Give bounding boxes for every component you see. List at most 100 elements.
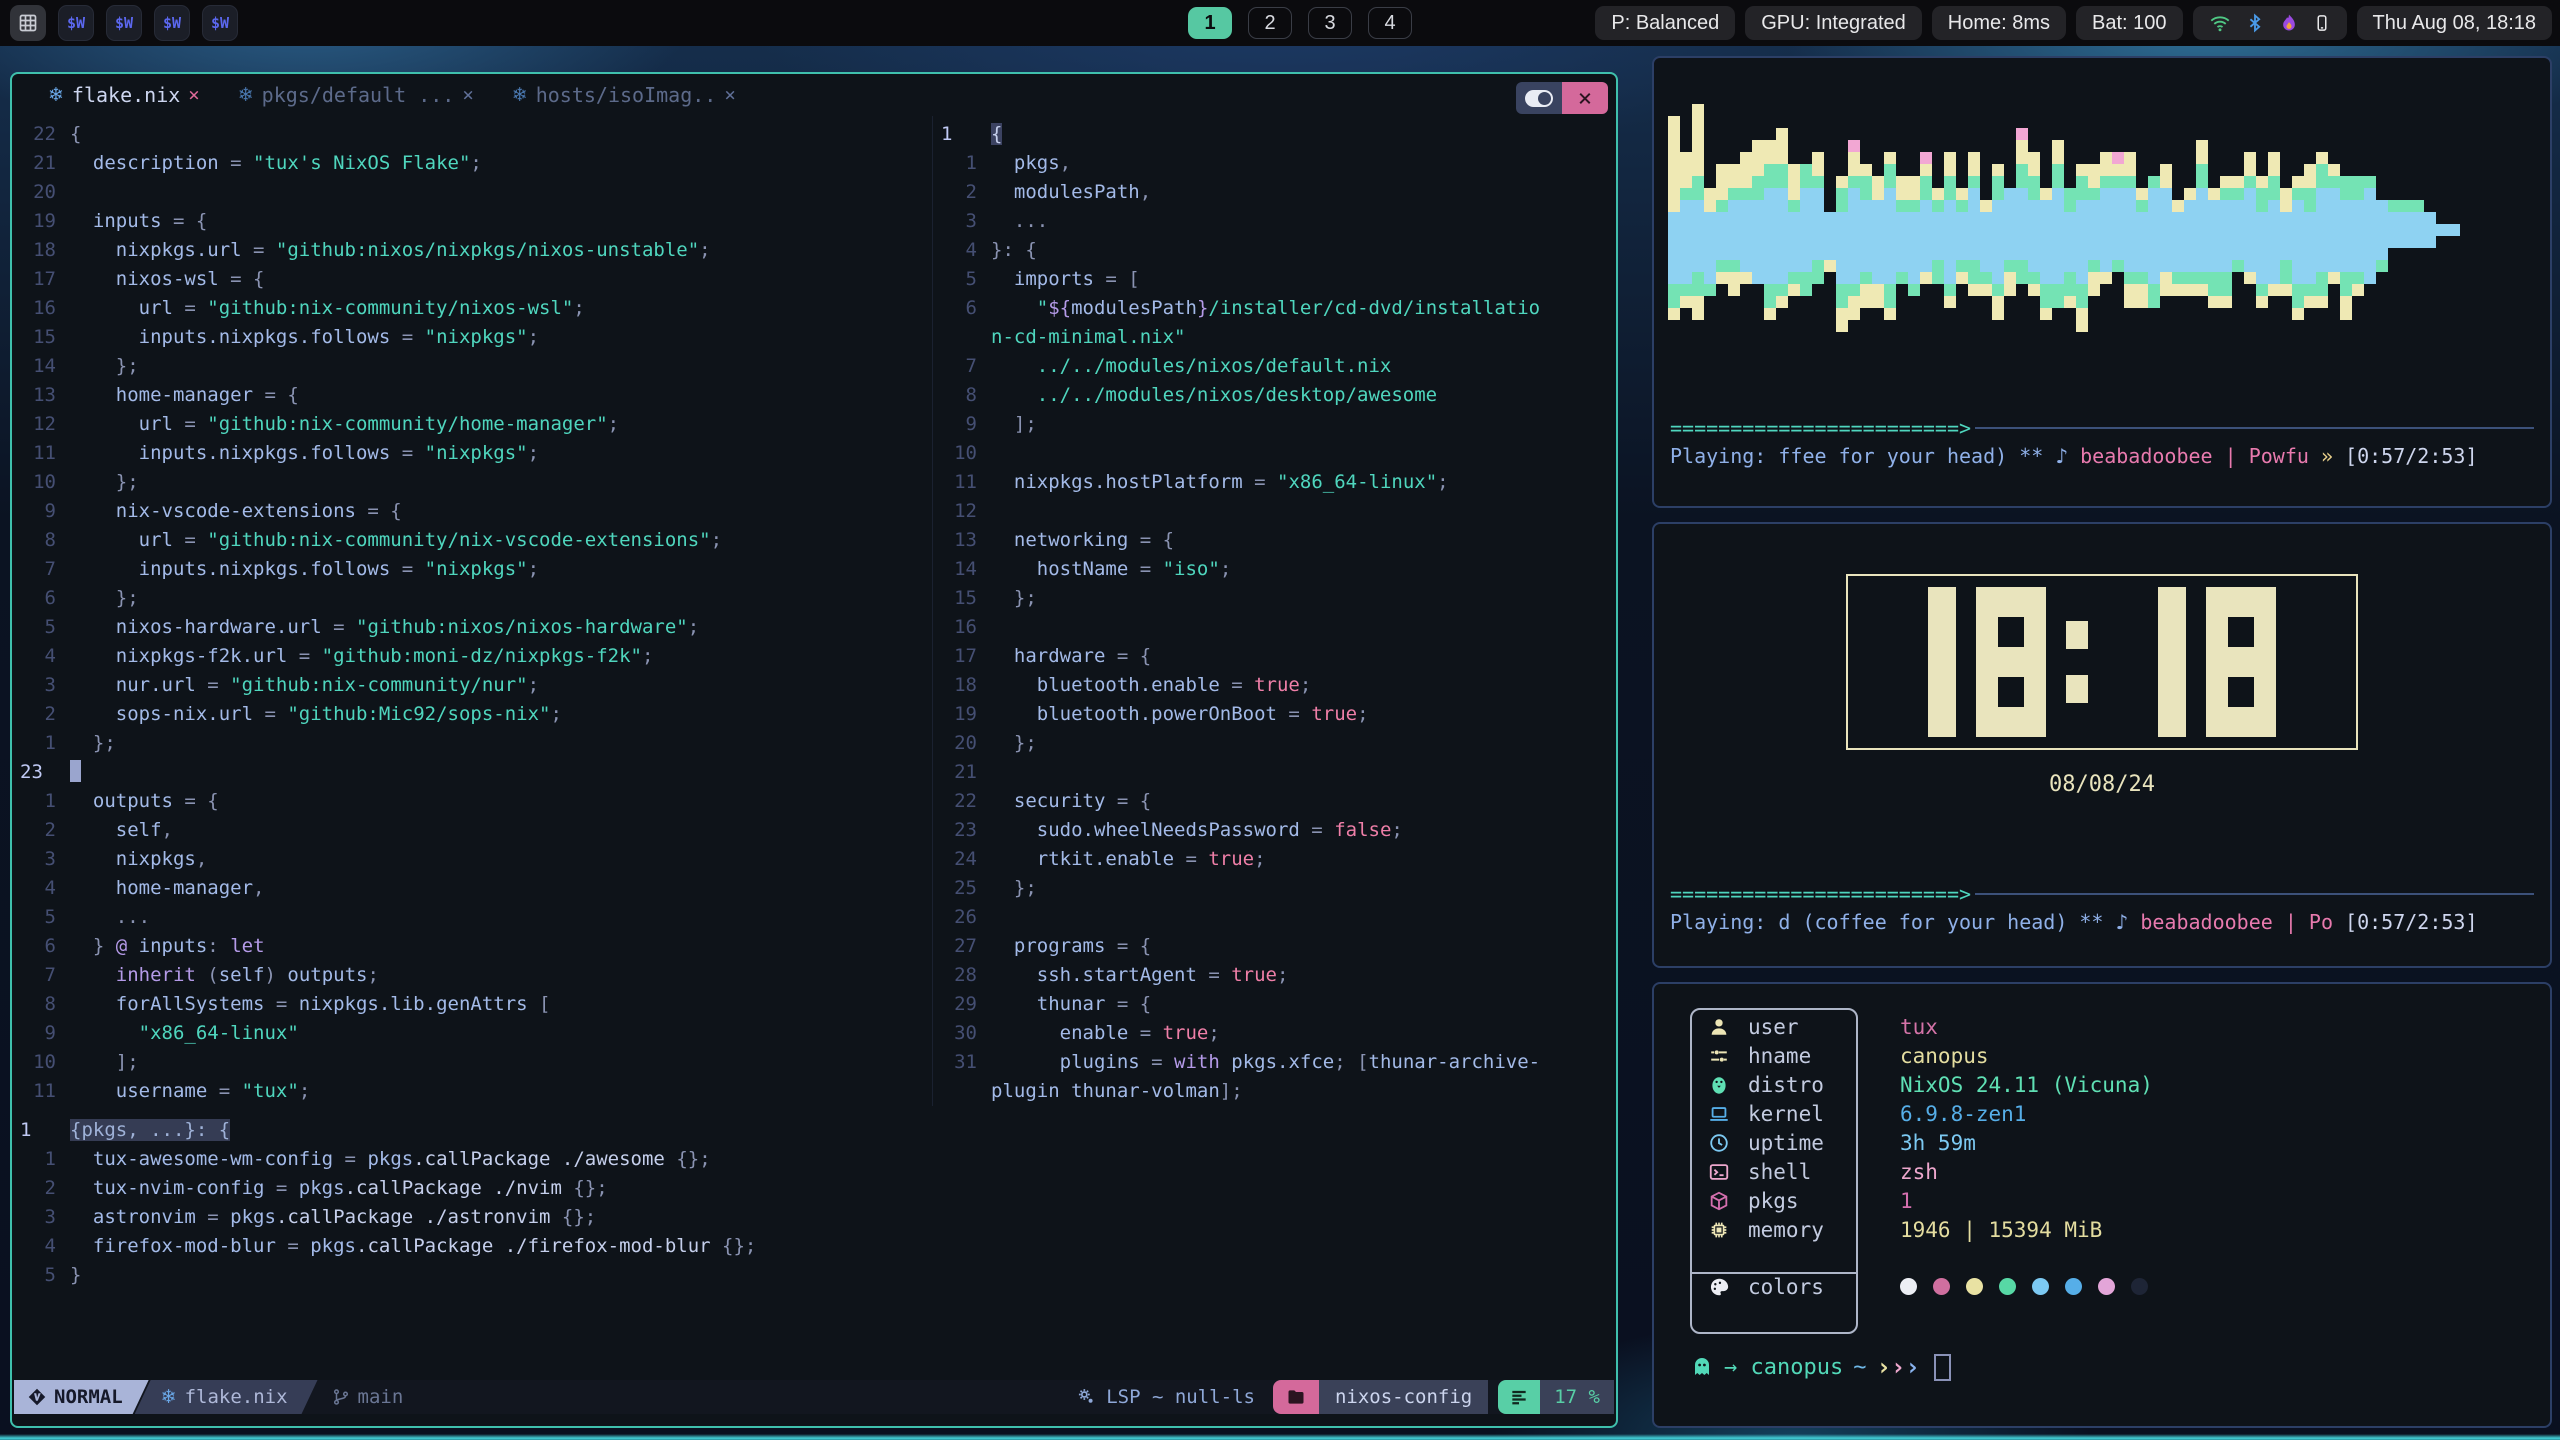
code-line: 3 nur.url = "github:nix-community/nur";	[12, 671, 932, 700]
code-line: 30 enable = true;	[933, 1019, 1616, 1048]
fetch-label: distro	[1736, 1073, 1866, 1097]
top-bar: $W$W$W$W 1234 P: BalancedGPU: Integrated…	[0, 0, 2560, 46]
tag-button-1[interactable]: 1	[1188, 7, 1232, 39]
palette-dot	[1900, 1278, 1917, 1295]
window-close-button[interactable]: ×	[1562, 82, 1608, 114]
palette-dot	[1933, 1278, 1950, 1295]
code-line: 1 };	[12, 729, 932, 758]
fetch-row-shell: shellzsh	[1702, 1157, 2550, 1186]
system-tray[interactable]	[2193, 6, 2347, 40]
line-number: 27	[933, 932, 991, 961]
code-line: 5 imports = [	[933, 265, 1616, 294]
app-button[interactable]: $W	[154, 5, 190, 41]
clock-colon	[2066, 587, 2088, 737]
tag-button-2[interactable]: 2	[1248, 7, 1292, 39]
tab-pkgs-default-[interactable]: ❄pkgs/default ...×	[238, 83, 474, 107]
status-pill: Home: 8ms	[1932, 6, 2066, 40]
tab-close-icon[interactable]: ×	[724, 84, 735, 106]
line-number: 23	[12, 758, 70, 787]
line-number	[933, 1077, 991, 1106]
line-number: 26	[933, 903, 991, 932]
launcher-button[interactable]	[10, 5, 46, 41]
audio-visualizer	[1654, 58, 2550, 414]
fetch-row-kernel: kernel6.9.8-zen1	[1702, 1099, 2550, 1128]
line-number: 7	[12, 555, 70, 584]
app-button[interactable]: $W	[106, 5, 142, 41]
tag-button-4[interactable]: 4	[1368, 7, 1412, 39]
tab-hosts-isoImag-[interactable]: ❄hosts/isoImag..×	[512, 83, 736, 107]
code-line: 12 url = "github:nix-community/home-mana…	[12, 410, 932, 439]
line-number: 9	[12, 1019, 70, 1048]
fetch-label: hname	[1736, 1044, 1866, 1068]
line-number: 3	[12, 1203, 70, 1232]
shell-prompt[interactable]: → canopus ~ ›››	[1690, 1353, 2550, 1381]
fetch-label: colors	[1736, 1275, 1866, 1299]
line-number: 2	[12, 816, 70, 845]
pane-iso-image[interactable]: 1{1 pkgs,2 modulesPath,3 ...4}: {5 impor…	[932, 116, 1616, 1106]
code-line: 9 nix-vscode-extensions = {	[12, 497, 932, 526]
sliders-icon	[1708, 1045, 1730, 1067]
line-number: 20	[933, 729, 991, 758]
prompt-chevron: ›	[1891, 1353, 1905, 1381]
code-line: 2 tux-nvim-config = pkgs.callPackage ./n…	[12, 1174, 1616, 1203]
status-pill: GPU: Integrated	[1745, 6, 1922, 40]
code-line: 12	[933, 497, 1616, 526]
terminal-cursor[interactable]	[1934, 1354, 1951, 1381]
tab-close-icon[interactable]: ×	[462, 84, 473, 106]
code-line: 3 astronvim = pkgs.callPackage ./astronv…	[12, 1203, 1616, 1232]
line-number	[933, 323, 991, 352]
code-line: 9 ];	[933, 410, 1616, 439]
code-line: 14 hostName = "iso";	[933, 555, 1616, 584]
buffer-tabbar: ❄flake.nix× ❄pkgs/default ...× ❄hosts/isoI…	[12, 74, 1616, 116]
line-number: 11	[12, 439, 70, 468]
bluetooth-icon	[2245, 12, 2265, 34]
now-playing: Playing: d (coffee for your head) ** ♪ b…	[1654, 908, 2550, 934]
branch-icon	[332, 1388, 350, 1406]
clock-digit	[1976, 587, 2046, 737]
taskbar-apps: $W $W $W $W	[0, 5, 238, 41]
line-number: 9	[12, 497, 70, 526]
line-number: 18	[12, 236, 70, 265]
tab-flake-nix[interactable]: ❄flake.nix×	[48, 83, 200, 107]
vim-icon	[28, 1388, 46, 1406]
code-line: 8 ../../modules/nixos/desktop/awesome	[933, 381, 1616, 410]
code-line: 1{	[933, 120, 1616, 149]
code-line: 27 programs = {	[933, 932, 1616, 961]
file-segment: ❄ flake.nix	[135, 1380, 318, 1414]
code-line: 17 hardware = {	[933, 642, 1616, 671]
phone-icon	[2313, 12, 2331, 34]
app-button[interactable]: $W	[58, 5, 94, 41]
code-line: 8 url = "github:nix-community/nix-vscode…	[12, 526, 932, 555]
code-line: 8 forAllSystems = nixpkgs.lib.genAttrs [	[12, 990, 932, 1019]
code-line: 1 tux-awesome-wm-config = pkgs.callPacka…	[12, 1145, 1616, 1174]
line-number: 21	[12, 149, 70, 178]
progress-remainder	[1975, 893, 2534, 895]
penguin-icon	[1708, 1074, 1730, 1096]
file-label: flake.nix	[185, 1386, 288, 1408]
line-number: 13	[12, 381, 70, 410]
network-icon	[2209, 12, 2231, 34]
code-line: 26	[933, 903, 1616, 932]
line-number: 21	[933, 758, 991, 787]
line-number: 6	[933, 294, 991, 323]
desktop: { "topbar": { "apps": ["$W", "$W", "$W",…	[0, 0, 2560, 1440]
topbar-clock: Thu Aug 08, 18:18	[2373, 12, 2536, 35]
progress-remainder	[1975, 427, 2534, 429]
line-number: 30	[933, 1019, 991, 1048]
app-button[interactable]: $W	[202, 5, 238, 41]
line-number: 23	[933, 816, 991, 845]
code-line: 19 bluetooth.powerOnBoot = true;	[933, 700, 1616, 729]
tab-close-icon[interactable]: ×	[188, 84, 199, 106]
code-line: 9 "x86_64-linux"	[12, 1019, 932, 1048]
code-line: 23	[12, 758, 932, 787]
line-number: 5	[12, 1261, 70, 1290]
pane-flake-left[interactable]: 22{21 description = "tux's NixOS Flake";…	[12, 116, 932, 1106]
line-number: 10	[933, 439, 991, 468]
pane-pkgs-default[interactable]: 1{pkgs, ...}: {1 tux-awesome-wm-config =…	[12, 1106, 1616, 1290]
line-number: 28	[933, 961, 991, 990]
toggle-button[interactable]	[1516, 82, 1562, 114]
scroll-percent: 17 %	[1540, 1380, 1614, 1414]
fetch-value: zsh	[1866, 1160, 1938, 1184]
tag-button-3[interactable]: 3	[1308, 7, 1352, 39]
code-line: 20 };	[933, 729, 1616, 758]
